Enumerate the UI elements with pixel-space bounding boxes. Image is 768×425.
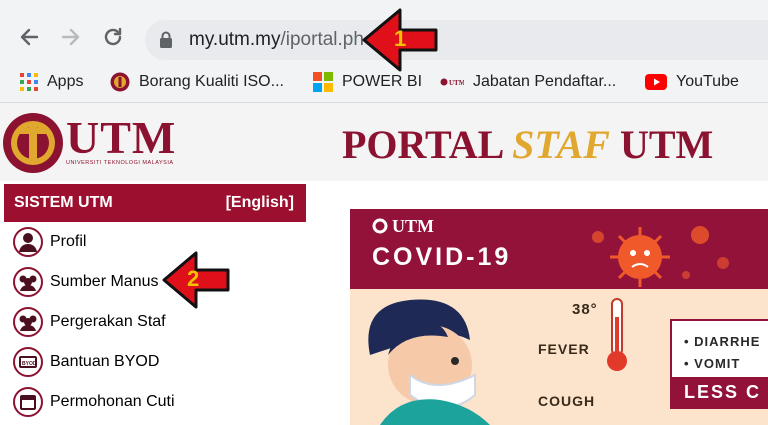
bookmark-label: Jabatan Pendaftar... [473,73,617,90]
apps-grid-icon [20,73,38,91]
annotation-arrow-2: 2 [160,251,232,314]
covid-banner[interactable]: UTM COVID-19 38° FEVER COUGH • DIARRHE •… [350,209,768,425]
sidebar-item-profil[interactable]: Profil [4,222,306,262]
group-icon [12,306,44,338]
url-path: /iportal.ph [280,29,364,50]
calendar-icon [12,386,44,418]
sidebar-heading: SISTEM UTM [English] [4,184,306,222]
url-text: my.utm.my/iportal.ph [189,29,364,51]
page-title: PORTAL STAF UTM [342,121,713,168]
sick-person-illustration [368,299,490,425]
back-arrow-icon [20,28,39,46]
temperature-label: 38° [572,301,598,318]
title-staf: STAF [512,122,610,167]
url-domain: my.utm.my [189,29,281,50]
symptom-box: • DIARRHE • VOMIT LESS C [670,319,768,409]
bookmark-jabatan-pendaftar[interactable]: UTM Jabatan Pendaftar... [440,70,616,94]
banner-title: COVID-19 [372,243,512,271]
sidebar-item-bantuan-byod[interactable]: BYOD Bantuan BYOD [4,342,306,382]
bookmark-borang-kualiti[interactable]: Borang Kualiti ISO... [110,70,284,94]
bookmark-apps[interactable]: Apps [20,70,83,94]
language-switch-link[interactable]: [English] [226,194,294,212]
bookmark-label: Borang Kualiti ISO... [139,73,284,90]
portal-page: UTM UNIVERSITI TEKNOLOGI MALAYSIA PORTAL… [0,103,768,425]
reload-icon [104,27,122,46]
logo-text: UTM [66,112,177,163]
youtube-icon [645,74,667,90]
thermometer-icon [607,298,627,371]
title-utm: UTM [609,122,714,167]
utm-crest-icon [372,218,388,234]
utm-crest-icon [3,113,63,173]
symptom-cough: COUGH [538,393,596,409]
sidebar-item-permohonan-cuti[interactable]: Permohonan Cuti [4,382,306,422]
banner-header: UTM COVID-19 [350,209,768,289]
portal-header: UTM UNIVERSITI TEKNOLOGI MALAYSIA PORTAL… [0,103,768,181]
symptom-list: • DIARRHE • VOMIT [684,331,760,375]
sidebar-item-sumber-manusia[interactable]: Sumber Manus [4,262,306,302]
sidebar-item-label: Profil [50,233,87,250]
svg-text:BYOD: BYOD [22,361,37,367]
symptom-diarrhea: • DIARRHE [684,334,761,349]
windows-logo-icon [313,72,333,92]
annotation-number-1: 1 [394,26,407,51]
utm-logo[interactable]: UTM UNIVERSITI TEKNOLOGI MALAYSIA [0,103,200,181]
utm-small-logo-icon: UTM [440,76,464,88]
forward-arrow-icon [61,28,80,46]
symptom-vomit: • VOMIT [684,356,741,371]
symptom-fever: FEVER [538,341,590,357]
address-bar[interactable]: my.utm.my/iportal.ph [145,20,768,60]
annotation-number-2: 2 [187,266,200,291]
banner-brand: UTM [392,216,434,236]
reload-button[interactable] [100,24,126,50]
group-icon [12,266,44,298]
bookmark-youtube[interactable]: YouTube [645,70,739,94]
bookmark-label: YouTube [676,73,739,90]
bookmark-label: Apps [47,73,84,90]
lock-icon [160,31,172,48]
sidebar-menu: SISTEM UTM [English] Profil Sumber Manus… [4,184,306,425]
sidebar-item-label: Permohonan Cuti [50,393,175,410]
back-button[interactable] [16,24,42,50]
byod-icon: BYOD [12,346,44,378]
sidebar-item-label: Sumber Manus [50,273,159,290]
less-common-label: LESS C [672,377,768,407]
sidebar-item-label: Bantuan BYOD [50,353,160,370]
logo-subtitle: UNIVERSITI TEKNOLOGI MALAYSIA [66,160,174,166]
sidebar-item-pergerakan-staf[interactable]: Pergerakan Staf [4,302,306,342]
svg-text:UTM: UTM [449,79,464,87]
virus-icon [592,226,729,287]
sidebar-title: SISTEM UTM [14,194,113,211]
sidebar-item-label: Pergerakan Staf [50,313,166,330]
title-portal: PORTAL [342,122,513,167]
forward-button[interactable] [58,24,84,50]
profile-icon [12,226,44,258]
annotation-arrow-1: 1 [360,8,440,77]
utm-crest-icon [110,72,130,92]
